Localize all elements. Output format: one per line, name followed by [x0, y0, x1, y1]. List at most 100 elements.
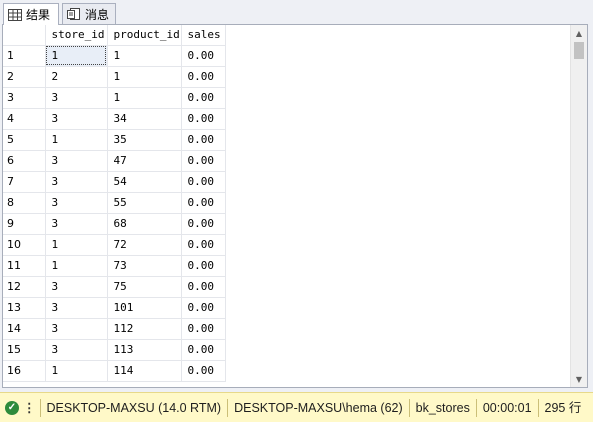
table-row[interactable]: 6 3 47 0.00	[3, 150, 226, 172]
row-number[interactable]: 2	[3, 66, 46, 88]
table-row[interactable]: 8 3 55 0.00	[3, 192, 226, 214]
cell-sales[interactable]: 0.00	[181, 339, 226, 361]
cell-product-id[interactable]: 47	[107, 150, 182, 172]
column-header-store-id[interactable]: store_id	[45, 25, 108, 46]
results-tab-bar: 结果 消息	[0, 0, 593, 25]
tab-messages-label: 消息	[85, 7, 110, 22]
row-number[interactable]: 6	[3, 150, 46, 172]
cell-product-id[interactable]: 68	[107, 213, 182, 235]
cell-store-id[interactable]: 2	[45, 66, 108, 88]
cell-store-id[interactable]: 1	[45, 360, 108, 382]
row-number[interactable]: 3	[3, 87, 46, 109]
scroll-up-arrow-icon[interactable]: ▲	[571, 25, 587, 41]
success-check-icon: ✓	[5, 400, 19, 415]
cell-store-id[interactable]: 1	[45, 255, 108, 277]
cell-sales[interactable]: 0.00	[181, 360, 226, 382]
cell-product-id[interactable]: 34	[107, 108, 182, 130]
cell-sales[interactable]: 0.00	[181, 318, 226, 340]
cell-product-id[interactable]: 55	[107, 192, 182, 214]
cell-sales[interactable]: 0.00	[181, 171, 226, 193]
cell-sales[interactable]: 0.00	[181, 213, 226, 235]
cell-store-id[interactable]: 3	[45, 150, 108, 172]
row-number[interactable]: 7	[3, 171, 46, 193]
results-grid-panel: store_id product_id sales 1 1 1 0.00 2 2 1 0.00…	[2, 24, 588, 388]
column-header-product-id[interactable]: product_id	[107, 25, 182, 46]
cell-store-id[interactable]: 3	[45, 297, 108, 319]
table-row[interactable]: 11 1 73 0.00	[3, 255, 226, 277]
table-row[interactable]: 5 1 35 0.00	[3, 129, 226, 151]
cell-sales[interactable]: 0.00	[181, 276, 226, 298]
cell-product-id[interactable]: 75	[107, 276, 182, 298]
status-user: DESKTOP-MAXSU\hema (62)	[227, 398, 409, 417]
cell-sales[interactable]: 0.00	[181, 192, 226, 214]
cell-product-id[interactable]: 1	[107, 45, 182, 67]
cell-store-id[interactable]: 1	[45, 234, 108, 256]
table-row[interactable]: 3 3 1 0.00	[3, 87, 226, 109]
cell-sales[interactable]: 0.00	[181, 297, 226, 319]
scrollbar-thumb[interactable]	[574, 42, 584, 59]
table-row[interactable]: 10 1 72 0.00	[3, 234, 226, 256]
message-icon	[67, 8, 81, 20]
cell-sales[interactable]: 0.00	[181, 66, 226, 88]
cell-sales[interactable]: 0.00	[181, 87, 226, 109]
row-number[interactable]: 11	[3, 255, 46, 277]
status-server: DESKTOP-MAXSU (14.0 RTM)	[39, 398, 228, 417]
cell-sales[interactable]: 0.00	[181, 108, 226, 130]
cell-product-id[interactable]: 35	[107, 129, 182, 151]
cell-sales[interactable]: 0.00	[181, 255, 226, 277]
cell-product-id[interactable]: 114	[107, 360, 182, 382]
cell-product-id[interactable]: 1	[107, 66, 182, 88]
row-number[interactable]: 1	[3, 45, 46, 67]
cell-product-id[interactable]: 1	[107, 87, 182, 109]
grid-corner-header[interactable]	[3, 25, 46, 46]
table-row[interactable]: 9 3 68 0.00	[3, 213, 226, 235]
cell-store-id[interactable]: 1	[45, 129, 108, 151]
cell-store-id[interactable]: 1	[45, 45, 108, 67]
cell-product-id[interactable]: 112	[107, 318, 182, 340]
scroll-down-arrow-icon[interactable]: ▼	[571, 371, 587, 387]
row-number[interactable]: 5	[3, 129, 46, 151]
cell-product-id[interactable]: 101	[107, 297, 182, 319]
cell-store-id[interactable]: 3	[45, 318, 108, 340]
table-row[interactable]: 15 3 113 0.00	[3, 339, 226, 361]
row-number[interactable]: 16	[3, 360, 46, 382]
row-number[interactable]: 10	[3, 234, 46, 256]
cell-store-id[interactable]: 3	[45, 87, 108, 109]
status-grip-icon: ⋮	[23, 401, 36, 415]
status-elapsed: 00:00:01	[475, 398, 538, 417]
cell-product-id[interactable]: 73	[107, 255, 182, 277]
row-number[interactable]: 14	[3, 318, 46, 340]
cell-sales[interactable]: 0.00	[181, 234, 226, 256]
cell-product-id[interactable]: 54	[107, 171, 182, 193]
row-number[interactable]: 13	[3, 297, 46, 319]
cell-store-id[interactable]: 3	[45, 276, 108, 298]
table-row[interactable]: 4 3 34 0.00	[3, 108, 226, 130]
table-row[interactable]: 12 3 75 0.00	[3, 276, 226, 298]
tab-results[interactable]: 结果	[3, 3, 59, 25]
cell-sales[interactable]: 0.00	[181, 45, 226, 67]
cell-sales[interactable]: 0.00	[181, 150, 226, 172]
row-number[interactable]: 8	[3, 192, 46, 214]
table-row[interactable]: 1 1 1 0.00	[3, 45, 226, 67]
table-row[interactable]: 13 3 101 0.00	[3, 297, 226, 319]
table-row[interactable]: 14 3 112 0.00	[3, 318, 226, 340]
cell-product-id[interactable]: 113	[107, 339, 182, 361]
cell-store-id[interactable]: 3	[45, 192, 108, 214]
cell-sales[interactable]: 0.00	[181, 129, 226, 151]
tab-messages[interactable]: 消息	[62, 3, 116, 24]
cell-product-id[interactable]: 72	[107, 234, 182, 256]
cell-store-id[interactable]: 3	[45, 213, 108, 235]
row-number[interactable]: 12	[3, 276, 46, 298]
row-number[interactable]: 4	[3, 108, 46, 130]
vertical-scrollbar[interactable]: ▲ ▼	[570, 25, 587, 387]
results-grid[interactable]: store_id product_id sales 1 1 1 0.00 2 2 1 0.00…	[3, 25, 226, 382]
cell-store-id[interactable]: 3	[45, 108, 108, 130]
table-row[interactable]: 2 2 1 0.00	[3, 66, 226, 88]
table-row[interactable]: 7 3 54 0.00	[3, 171, 226, 193]
row-number[interactable]: 15	[3, 339, 46, 361]
cell-store-id[interactable]: 3	[45, 171, 108, 193]
row-number[interactable]: 9	[3, 213, 46, 235]
cell-store-id[interactable]: 3	[45, 339, 108, 361]
table-row[interactable]: 16 1 114 0.00	[3, 360, 226, 382]
column-header-sales[interactable]: sales	[181, 25, 226, 46]
